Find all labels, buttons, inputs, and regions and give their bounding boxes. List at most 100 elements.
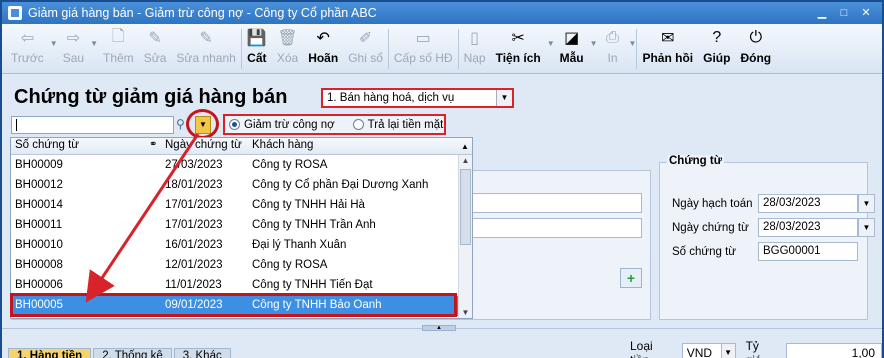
voucher-search-input[interactable] (11, 116, 174, 134)
cell-customer: Công ty TNHH Tiến Đạt (252, 279, 373, 291)
sort-up-icon[interactable]: ▲ (461, 142, 469, 151)
toolbar-button-label: Thêm (103, 51, 134, 65)
header-doc-date[interactable]: Ngày chứng từ (165, 139, 242, 151)
toolbar-button-label: Xóa (276, 51, 299, 65)
lookup-scrollbar[interactable]: ▲ ▼ (458, 155, 472, 318)
toolbar-button-label: Ghi sổ (348, 51, 383, 65)
toolbar-button-5[interactable]: 💾 Cất (242, 24, 272, 74)
toolbar-button-label: Hoãn (308, 51, 339, 65)
chevron-down-icon[interactable]: ▼ (90, 39, 98, 48)
cell-doc-no: BH00008 (15, 259, 63, 271)
toolbar-button-label: Sửa nhanh (176, 51, 236, 65)
add-icon[interactable]: + (620, 268, 642, 288)
posting-date-field[interactable]: 28/03/2023 ▼ (758, 194, 875, 213)
currency-select[interactable]: VND ▼ (681, 343, 736, 358)
cell-doc-no: BH00014 (15, 199, 63, 211)
voucher-lookup-list: Số chứng từ ⚭ Ngày chứng từ Khách hàng ▲… (10, 137, 473, 319)
radio-dot-icon[interactable] (229, 119, 240, 130)
voucher-date-field[interactable]: 28/03/2023 ▼ (758, 218, 875, 237)
page-title: Chứng từ giảm giá hàng bán (14, 86, 288, 108)
tab-3[interactable]: 3. Khác (173, 348, 231, 358)
window-title: Giảm giá hàng bán - Giảm trừ công nợ - C… (28, 6, 377, 20)
toolbar-button-label: Cất (247, 51, 267, 65)
toolbar-button-label: Giúp (703, 51, 731, 65)
toolbar-button-2[interactable]: 🗋 Thêm (98, 24, 139, 74)
chevron-down-icon[interactable]: ▼ (858, 218, 875, 237)
toolbar-button-10[interactable]: ▯ Nạp (459, 24, 491, 74)
toolbar-button-11[interactable]: ✂ Tiện ích (491, 24, 546, 74)
toolbar-button-4[interactable]: ✎ Sửa nhanh (171, 24, 240, 74)
toolbar-button-15[interactable]: ? Giúp (698, 24, 735, 74)
table-row[interactable]: BH00012 18/01/2023 Công ty Cổ phần Đại Dươ… (11, 176, 458, 196)
splitter-handle[interactable]: ▲ (422, 325, 456, 331)
customer-field-1[interactable] (452, 193, 642, 213)
radio-deduct-debt[interactable]: Giảm trừ công nợ (229, 119, 335, 131)
chevron-down-icon[interactable]: ▼ (858, 194, 875, 213)
cell-doc-date: 27/03/2023 (165, 159, 223, 171)
sale-type-select[interactable]: 1. Bán hàng hoá, dịch vụ ▼ (321, 88, 514, 108)
toolbar-button-3[interactable]: ✎ Sửa (139, 24, 172, 74)
table-row[interactable]: BH00008 12/01/2023 Công ty ROSA (11, 256, 458, 276)
maximize-icon[interactable]: □ (836, 6, 852, 20)
cell-doc-date: 18/01/2023 (165, 179, 223, 191)
currency-label: Loại tiền (630, 339, 653, 358)
rate-input[interactable]: 1,00 (785, 343, 882, 358)
arrow-right-icon: ⇨ (66, 30, 81, 47)
radio-deduct-debt-label: Giảm trừ công nợ (244, 118, 335, 131)
table-row[interactable]: BH00011 17/01/2023 Công ty TNHH Trần Anh (11, 216, 458, 236)
toolbar-button-label: In (607, 51, 618, 65)
toolbar-button-12[interactable]: ◪ Mẫu (555, 24, 589, 74)
table-row[interactable]: BH00010 16/01/2023 Đại lý Thanh Xuân (11, 236, 458, 256)
voucher-no-label: Số chứng từ (672, 245, 736, 258)
customer-field-2[interactable] (452, 218, 642, 238)
toolbar-button-6[interactable]: 🗑 Xóa (272, 24, 303, 74)
table-row[interactable]: BH00009 27/03/2023 Công ty ROSA (11, 156, 458, 176)
search-icon[interactable]: ⚲ (176, 117, 185, 131)
minimize-icon[interactable]: ▁ (814, 6, 830, 20)
chevron-down-icon[interactable]: ▼ (590, 39, 598, 48)
chevron-down-icon[interactable]: ▼ (629, 39, 637, 48)
cell-doc-date: 11/01/2023 (165, 279, 222, 291)
toolbar-button-14[interactable]: ✉ Phản hồi (637, 24, 698, 74)
tools-icon: ✂ (511, 30, 525, 47)
undo-icon: ↶ (316, 30, 330, 47)
toolbar-button-label: Cấp số HĐ (393, 51, 453, 65)
scroll-down-icon[interactable]: ▼ (459, 308, 472, 317)
close-window-icon[interactable]: ✕ (858, 6, 874, 20)
voucher-no-value: BGG00001 (763, 245, 821, 257)
cell-doc-date: 17/01/2023 (165, 219, 223, 231)
chevron-down-icon[interactable]: ▼ (496, 90, 512, 106)
radio-dot-icon[interactable] (352, 119, 364, 130)
table-row[interactable]: BH00014 17/01/2023 Công ty TNHH Hải Hà (11, 196, 458, 216)
rate-label: Tỷ giá (745, 339, 762, 358)
quick-edit-icon: ✎ (199, 30, 213, 47)
toolbar-button-16[interactable]: ⏻ Đóng (735, 24, 776, 74)
scroll-up-icon[interactable]: ▲ (459, 156, 472, 165)
tab-2[interactable]: 2. Thống kê (93, 348, 172, 358)
cell-doc-no: BH00011 (15, 219, 63, 231)
post-icon: ✐ (358, 30, 373, 47)
voucher-no-field[interactable]: BGG00001 (758, 242, 858, 261)
chevron-down-icon[interactable]: ▼ (720, 344, 735, 358)
header-doc-no[interactable]: Số chứng từ (15, 139, 79, 151)
toolbar-button-8[interactable]: ✐ Ghi sổ (343, 24, 388, 74)
toolbar-button-13[interactable]: ⎙ In (598, 24, 628, 74)
toolbar-button-9[interactable]: ▭ Cấp số HĐ (389, 24, 458, 74)
header-customer[interactable]: Khách hàng (252, 139, 313, 151)
scroll-thumb[interactable] (460, 169, 471, 245)
tab-1[interactable]: 1. Hàng tiền (8, 348, 92, 358)
cell-customer: Công ty ROSA (252, 259, 328, 271)
chevron-down-icon[interactable]: ▼ (547, 39, 555, 48)
toolbar-button-7[interactable]: ↶ Hoãn (303, 24, 343, 74)
voucher-legend: Chứng từ (667, 155, 725, 167)
radio-refund-cash[interactable]: Trả lại tiền mặt (352, 119, 443, 131)
toolbar-button-0[interactable]: ⇦ Trước (6, 24, 49, 74)
cell-customer: Đại lý Thanh Xuân (252, 239, 347, 251)
cell-customer: Công ty TNHH Hải Hà (252, 199, 365, 211)
chevron-down-icon[interactable]: ▼ (50, 39, 58, 48)
toolbar-button-1[interactable]: ⇨ Sau (58, 24, 89, 74)
edit-icon: ✎ (148, 30, 162, 47)
toolbar-button-label: Sau (62, 51, 85, 65)
voucher-date-label: Ngày chứng từ (672, 221, 749, 234)
invoice-number-icon: ▭ (415, 30, 431, 47)
